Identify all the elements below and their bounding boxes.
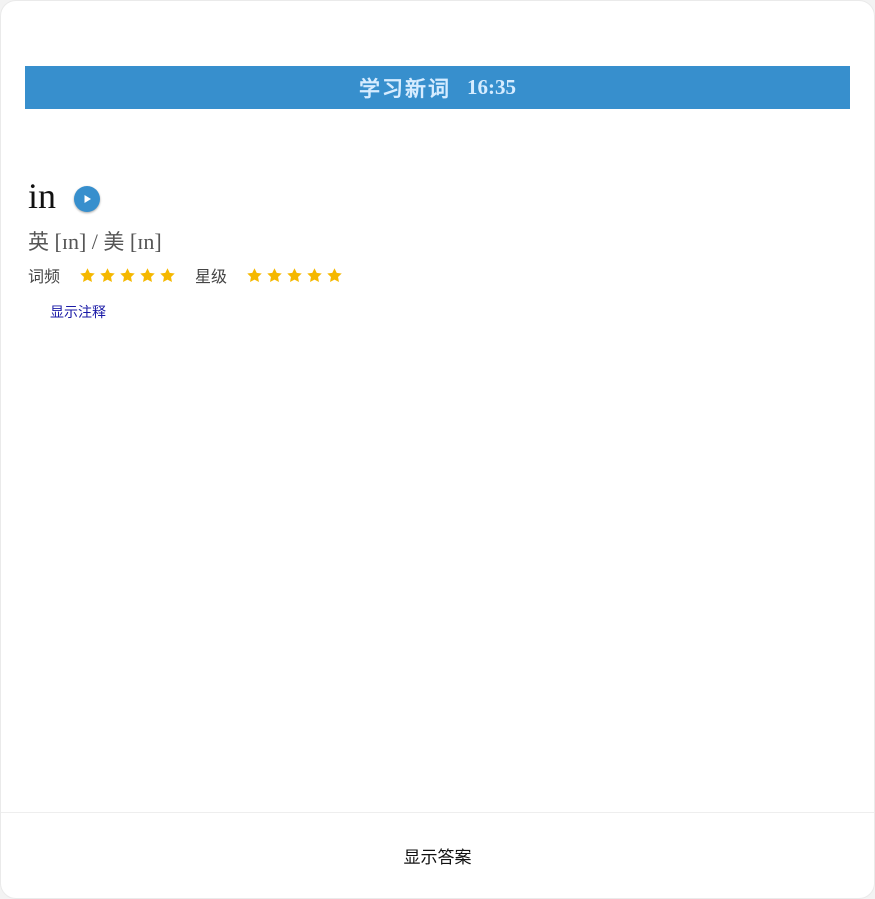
show-note-link[interactable]: 显示注释: [50, 302, 106, 322]
star-level-stars: [246, 267, 346, 284]
phonetic-separator: /: [91, 229, 98, 254]
word-text: in: [28, 176, 57, 216]
uk-label: 英: [28, 230, 49, 254]
star-icon: [80, 267, 95, 282]
star-icon: [267, 267, 282, 282]
phonetic-line: 英 [ɪn] / 美 [ɪn]: [28, 226, 162, 256]
star-icon: [140, 267, 155, 282]
star-icon: [287, 267, 302, 282]
show-answer-button[interactable]: 显示答案: [1, 813, 874, 898]
uk-ipa: [ɪn]: [54, 229, 87, 254]
star-icon: [160, 267, 175, 282]
frequency-label: 词频: [28, 267, 61, 286]
star-icon: [247, 267, 262, 282]
star-icon: [307, 267, 322, 282]
frequency-stars: [79, 267, 179, 284]
play-icon: [84, 195, 92, 203]
us-label: 美: [103, 230, 125, 254]
word-row: in: [28, 171, 101, 221]
star-icon: [100, 267, 115, 282]
star-icon: [327, 267, 342, 282]
us-ipa: [ɪn]: [129, 229, 162, 254]
show-answer-label: 显示答案: [403, 848, 472, 868]
star-level-label: 星级: [195, 267, 228, 286]
header-time: 16:35: [467, 75, 516, 99]
rating-row: 词频 星级: [28, 263, 362, 287]
study-card: 学习新词 16:35 in 英 [ɪn] / 美 [ɪn] 词频 星级 显示注释…: [0, 0, 875, 899]
star-icon: [120, 267, 135, 282]
header-bar: 学习新词 16:35: [25, 66, 850, 109]
header-title: 学习新词: [359, 76, 451, 101]
play-audio-button[interactable]: [74, 186, 101, 212]
